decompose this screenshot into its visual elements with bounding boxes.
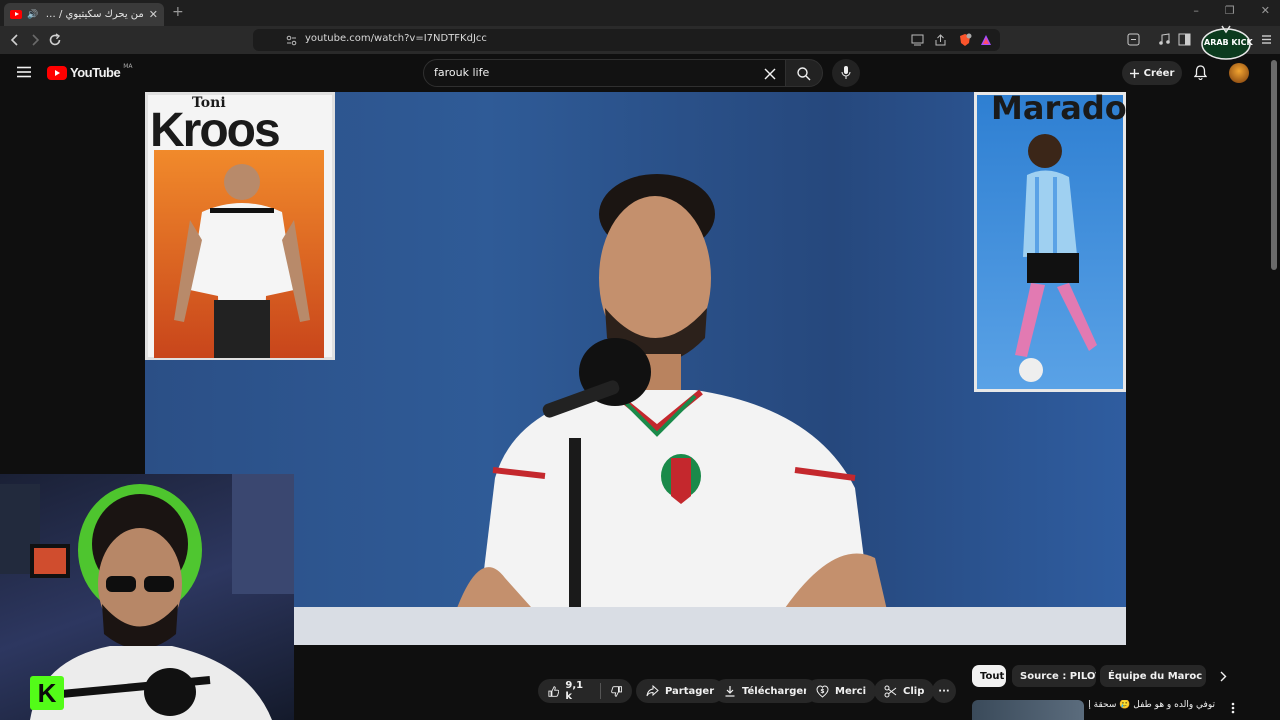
rewards-icon[interactable] [980,34,992,46]
browser-toolbar: youtube.com/watch?v=I7NDTFKdJcc [0,26,1280,54]
microphone-icon [841,66,851,79]
browser-tab-bar: 🔊 من يحرك سكيتيوي / حريمات ؟ ✕ + – ❐ ✕ [0,0,1280,26]
like-count[interactable]: 9,1 k [565,680,589,702]
new-tab-button[interactable]: + [172,4,184,20]
like-dislike-button-group: 9,1 k [538,679,632,703]
page-scrollbar[interactable] [1271,60,1277,270]
youtube-logo[interactable]: YouTube MA [47,63,133,80]
dislike-icon[interactable] [610,685,622,698]
host-figure [445,174,895,645]
chip-source[interactable]: Source : PILOTA [1012,665,1096,687]
scissors-icon [884,685,897,697]
share-button[interactable]: Partager [636,679,725,703]
forward-icon[interactable] [29,34,41,46]
player-kroos-figure [174,164,310,358]
youtube-header: YouTube MA farouk life Créer [0,54,1280,92]
like-divider [599,683,601,699]
plus-icon [1129,68,1139,78]
notifications-bell-icon[interactable] [1194,65,1207,80]
arab-kick-badge: ARAB KICK [1200,24,1253,60]
more-actions-button[interactable]: ··· [932,679,956,703]
search-box[interactable]: farouk life [423,59,786,87]
thanks-label: Merci [835,685,867,697]
like-icon[interactable] [548,685,560,698]
maximize-icon[interactable]: ❐ [1225,4,1235,17]
clip-label: Clip [903,685,925,697]
poster-right-name: Maradona [991,92,1126,127]
window-close-icon[interactable]: ✕ [1261,4,1270,17]
clear-search-icon[interactable] [764,68,776,80]
player-maradona-figure [1015,134,1097,382]
share-page-icon[interactable] [934,34,947,46]
menu-icon[interactable] [1260,33,1273,46]
search-input[interactable]: farouk life [434,66,489,79]
youtube-favicon-icon [10,10,22,19]
create-label: Créer [1143,67,1175,79]
sidebar-panel-icon[interactable] [1127,33,1140,46]
download-label: Télécharger [742,685,809,697]
download-icon [725,686,735,697]
thanks-icon: $ [816,684,829,698]
url-text: youtube.com/watch?v=I7NDTFKdJcc [305,33,487,44]
address-bar[interactable]: youtube.com/watch?v=I7NDTFKdJcc [253,29,1000,51]
poster-right: Maradona [974,92,1126,392]
brave-shield-icon[interactable] [958,33,972,47]
youtube-logo-text: YouTube [70,65,121,80]
more-actions-icon: ··· [938,685,950,697]
media-music-icon[interactable] [1158,33,1171,46]
youtube-play-logo-icon [47,65,67,80]
window-controls: – ❐ ✕ [1193,4,1270,17]
guide-menu-icon[interactable] [17,66,31,78]
recommendation-thumbnail[interactable] [972,700,1084,720]
poster-left: Toni Kroos [145,92,335,360]
kick-logo-icon: K [30,676,64,710]
search-button[interactable] [785,59,823,87]
account-avatar[interactable] [1229,63,1249,83]
recommendation-title[interactable]: توفي والده و هو طفل 🥲 سحقة إلتقى شخص [1089,700,1215,710]
download-button[interactable]: Télécharger [714,679,819,703]
tab-title: من يحرك سكيتيوي / حريمات ؟ [43,9,144,20]
clip-button[interactable]: Clip [874,679,935,703]
share-label: Partager [665,685,715,697]
chip-all[interactable]: Tout [972,665,1006,687]
thanks-button[interactable]: $ Merci [806,679,877,703]
recommendation-menu-icon[interactable] [1231,702,1235,714]
speaker-icon[interactable]: 🔊 [27,10,38,20]
reload-icon[interactable] [48,33,62,47]
search-icon [797,67,811,81]
cast-icon[interactable] [911,34,924,46]
chips-next-icon[interactable] [1219,671,1227,682]
reading-list-icon[interactable] [1178,33,1191,46]
back-icon[interactable] [9,34,21,46]
chip-morocco-team[interactable]: Équipe du Maroc de football [1100,665,1206,687]
poster-left-artwork [154,150,324,358]
create-button[interactable]: Créer [1122,61,1182,85]
browser-tab-active[interactable]: 🔊 من يحرك سكيتيوي / حريمات ؟ ✕ [4,3,164,26]
svg-text:$: $ [820,688,824,695]
share-icon [646,685,659,697]
region-code: MA [123,63,133,70]
voice-search-button[interactable] [832,59,860,87]
minimize-icon[interactable]: – [1193,4,1199,17]
site-info-icon[interactable] [286,35,297,46]
arab-kick-text: ARAB KICK [1204,38,1253,47]
tab-close-icon[interactable]: ✕ [149,8,158,21]
